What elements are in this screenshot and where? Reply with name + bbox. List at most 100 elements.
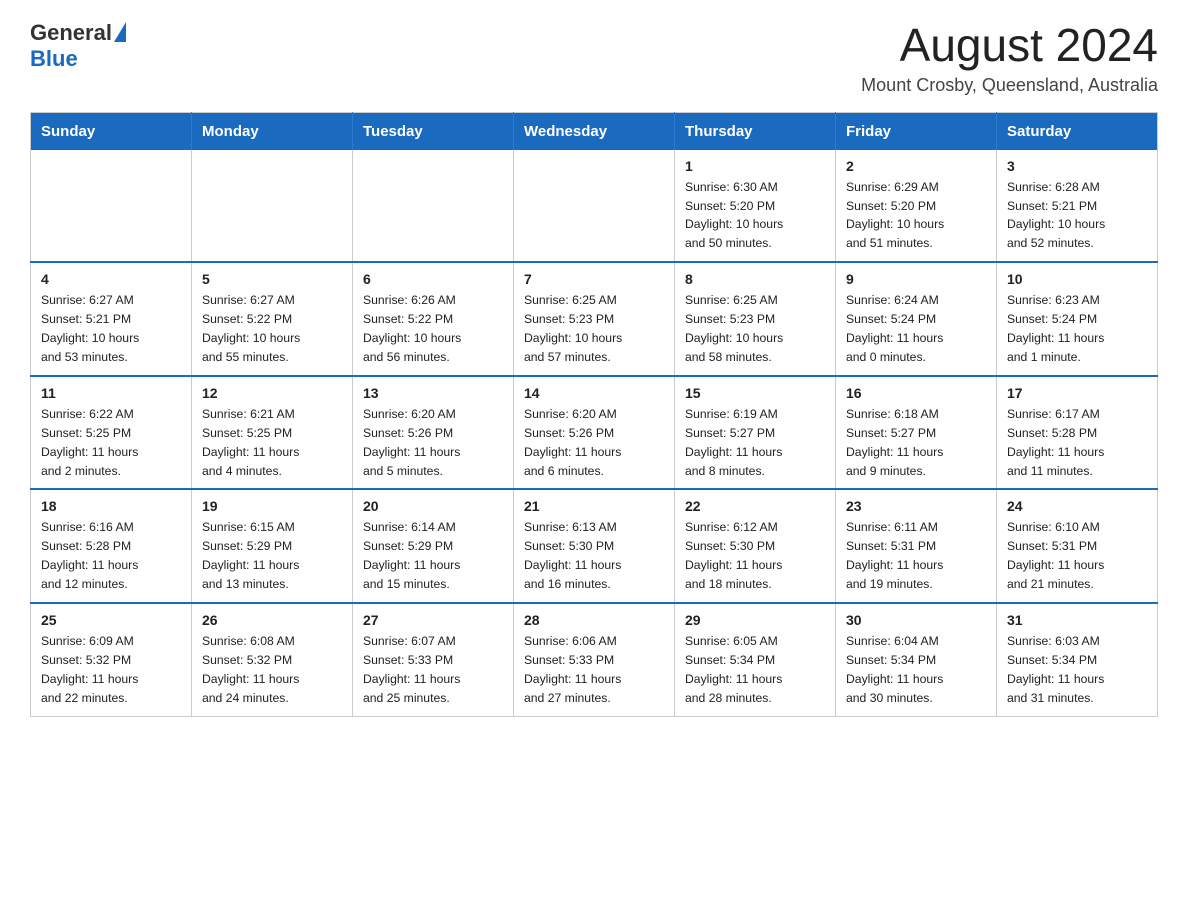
calendar-day-cell: 12 Sunrise: 6:21 AMSunset: 5:25 PMDayligh… [192, 376, 353, 490]
day-number: 20 [363, 498, 503, 514]
calendar-day-cell: 25Sunrise: 6:09 AMSunset: 5:32 PMDayligh… [31, 603, 192, 716]
calendar-day-cell: 24 Sunrise: 6:10 AMSunset: 5:31 PMDayligh… [997, 489, 1158, 603]
day-number: 5 [202, 271, 342, 287]
calendar-day-header: Sunday [31, 112, 192, 150]
day-info: Sunrise: 6:04 AMSunset: 5:34 PMDaylight:… [846, 632, 986, 708]
day-info: Sunrise: 6:16 AMSunset: 5:28 PMDaylight:… [41, 518, 181, 594]
day-number: 30 [846, 612, 986, 628]
day-number: 2 [846, 158, 986, 174]
day-number: 11 [41, 385, 181, 401]
calendar-day-cell: 14 Sunrise: 6:20 AMSunset: 5:26 PMDayligh… [514, 376, 675, 490]
calendar-day-cell: 29 Sunrise: 6:05 AMSunset: 5:34 PMDayligh… [675, 603, 836, 716]
logo-general-text: General [30, 20, 112, 46]
calendar-day-cell: 20 Sunrise: 6:14 AMSunset: 5:29 PMDayligh… [353, 489, 514, 603]
day-number: 13 [363, 385, 503, 401]
calendar-day-cell [353, 150, 514, 263]
calendar-day-cell: 21 Sunrise: 6:13 AMSunset: 5:30 PMDayligh… [514, 489, 675, 603]
logo-blue-text: Blue [30, 46, 78, 71]
calendar-day-header: Saturday [997, 112, 1158, 150]
day-info: Sunrise: 6:25 AMSunset: 5:23 PMDaylight:… [524, 291, 664, 367]
calendar-day-cell: 2Sunrise: 6:29 AMSunset: 5:20 PMDaylight… [836, 150, 997, 263]
day-info: Sunrise: 6:10 AMSunset: 5:31 PMDaylight:… [1007, 518, 1147, 594]
calendar-title: August 2024 [861, 20, 1158, 71]
day-info: Sunrise: 6:24 AMSunset: 5:24 PMDaylight:… [846, 291, 986, 367]
calendar-week-row: 18 Sunrise: 6:16 AMSunset: 5:28 PMDayligh… [31, 489, 1158, 603]
calendar-day-cell [31, 150, 192, 263]
calendar-week-row: 1 Sunrise: 6:30 AMSunset: 5:20 PMDaylight… [31, 150, 1158, 263]
day-number: 25 [41, 612, 181, 628]
day-number: 16 [846, 385, 986, 401]
calendar-day-cell: 28 Sunrise: 6:06 AMSunset: 5:33 PMDayligh… [514, 603, 675, 716]
logo-triangle-icon [114, 22, 126, 42]
calendar-day-cell: 27 Sunrise: 6:07 AMSunset: 5:33 PMDayligh… [353, 603, 514, 716]
day-info: Sunrise: 6:17 AMSunset: 5:28 PMDaylight:… [1007, 405, 1147, 481]
day-number: 9 [846, 271, 986, 287]
calendar-day-cell: 5 Sunrise: 6:27 AMSunset: 5:22 PMDaylight… [192, 262, 353, 376]
day-info: Sunrise: 6:20 AMSunset: 5:26 PMDaylight:… [363, 405, 503, 481]
calendar-week-row: 25Sunrise: 6:09 AMSunset: 5:32 PMDayligh… [31, 603, 1158, 716]
day-number: 31 [1007, 612, 1147, 628]
calendar-day-header: Monday [192, 112, 353, 150]
day-info: Sunrise: 6:25 AMSunset: 5:23 PMDaylight:… [685, 291, 825, 367]
day-number: 12 [202, 385, 342, 401]
calendar-subtitle: Mount Crosby, Queensland, Australia [861, 75, 1158, 96]
day-number: 8 [685, 271, 825, 287]
calendar-day-cell: 18 Sunrise: 6:16 AMSunset: 5:28 PMDayligh… [31, 489, 192, 603]
calendar-day-cell: 22Sunrise: 6:12 AMSunset: 5:30 PMDayligh… [675, 489, 836, 603]
calendar-day-cell: 17 Sunrise: 6:17 AMSunset: 5:28 PMDayligh… [997, 376, 1158, 490]
day-info: Sunrise: 6:14 AMSunset: 5:29 PMDaylight:… [363, 518, 503, 594]
calendar-day-cell: 16 Sunrise: 6:18 AMSunset: 5:27 PMDayligh… [836, 376, 997, 490]
calendar-day-cell: 19 Sunrise: 6:15 AMSunset: 5:29 PMDayligh… [192, 489, 353, 603]
calendar-day-header: Tuesday [353, 112, 514, 150]
calendar-day-cell: 7Sunrise: 6:25 AMSunset: 5:23 PMDaylight… [514, 262, 675, 376]
calendar-day-cell [192, 150, 353, 263]
day-info: Sunrise: 6:07 AMSunset: 5:33 PMDaylight:… [363, 632, 503, 708]
day-number: 22 [685, 498, 825, 514]
day-info: Sunrise: 6:27 AMSunset: 5:22 PMDaylight:… [202, 291, 342, 367]
day-info: Sunrise: 6:28 AMSunset: 5:21 PMDaylight:… [1007, 178, 1147, 254]
calendar-day-header: Friday [836, 112, 997, 150]
day-info: Sunrise: 6:03 AMSunset: 5:34 PMDaylight:… [1007, 632, 1147, 708]
day-number: 26 [202, 612, 342, 628]
day-info: Sunrise: 6:22 AMSunset: 5:25 PMDaylight:… [41, 405, 181, 481]
calendar-day-cell: 11 Sunrise: 6:22 AMSunset: 5:25 PMDayligh… [31, 376, 192, 490]
calendar-day-header: Wednesday [514, 112, 675, 150]
day-number: 14 [524, 385, 664, 401]
calendar-day-cell [514, 150, 675, 263]
calendar-week-row: 11 Sunrise: 6:22 AMSunset: 5:25 PMDayligh… [31, 376, 1158, 490]
day-info: Sunrise: 6:23 AMSunset: 5:24 PMDaylight:… [1007, 291, 1147, 367]
calendar-day-cell: 1 Sunrise: 6:30 AMSunset: 5:20 PMDaylight… [675, 150, 836, 263]
day-number: 28 [524, 612, 664, 628]
calendar-day-cell: 9 Sunrise: 6:24 AMSunset: 5:24 PMDaylight… [836, 262, 997, 376]
day-number: 3 [1007, 158, 1147, 174]
day-number: 19 [202, 498, 342, 514]
calendar-day-header: Thursday [675, 112, 836, 150]
calendar-day-cell: 8 Sunrise: 6:25 AMSunset: 5:23 PMDaylight… [675, 262, 836, 376]
day-number: 10 [1007, 271, 1147, 287]
calendar-day-cell: 31 Sunrise: 6:03 AMSunset: 5:34 PMDayligh… [997, 603, 1158, 716]
calendar-day-cell: 15 Sunrise: 6:19 AMSunset: 5:27 PMDayligh… [675, 376, 836, 490]
day-info: Sunrise: 6:05 AMSunset: 5:34 PMDaylight:… [685, 632, 825, 708]
day-info: Sunrise: 6:15 AMSunset: 5:29 PMDaylight:… [202, 518, 342, 594]
day-number: 18 [41, 498, 181, 514]
day-number: 17 [1007, 385, 1147, 401]
day-info: Sunrise: 6:21 AMSunset: 5:25 PMDaylight:… [202, 405, 342, 481]
day-info: Sunrise: 6:18 AMSunset: 5:27 PMDaylight:… [846, 405, 986, 481]
day-info: Sunrise: 6:08 AMSunset: 5:32 PMDaylight:… [202, 632, 342, 708]
day-number: 21 [524, 498, 664, 514]
day-number: 1 [685, 158, 825, 174]
day-number: 24 [1007, 498, 1147, 514]
calendar-day-cell: 6Sunrise: 6:26 AMSunset: 5:22 PMDaylight… [353, 262, 514, 376]
day-info: Sunrise: 6:20 AMSunset: 5:26 PMDaylight:… [524, 405, 664, 481]
day-number: 27 [363, 612, 503, 628]
day-info: Sunrise: 6:13 AMSunset: 5:30 PMDaylight:… [524, 518, 664, 594]
day-number: 29 [685, 612, 825, 628]
day-info: Sunrise: 6:19 AMSunset: 5:27 PMDaylight:… [685, 405, 825, 481]
calendar-table: SundayMondayTuesdayWednesdayThursdayFrid… [30, 112, 1158, 717]
day-info: Sunrise: 6:06 AMSunset: 5:33 PMDaylight:… [524, 632, 664, 708]
calendar-day-cell: 30 Sunrise: 6:04 AMSunset: 5:34 PMDayligh… [836, 603, 997, 716]
calendar-day-cell: 23Sunrise: 6:11 AMSunset: 5:31 PMDayligh… [836, 489, 997, 603]
day-number: 15 [685, 385, 825, 401]
calendar-header-row: SundayMondayTuesdayWednesdayThursdayFrid… [31, 112, 1158, 150]
day-info: Sunrise: 6:30 AMSunset: 5:20 PMDaylight:… [685, 178, 825, 254]
